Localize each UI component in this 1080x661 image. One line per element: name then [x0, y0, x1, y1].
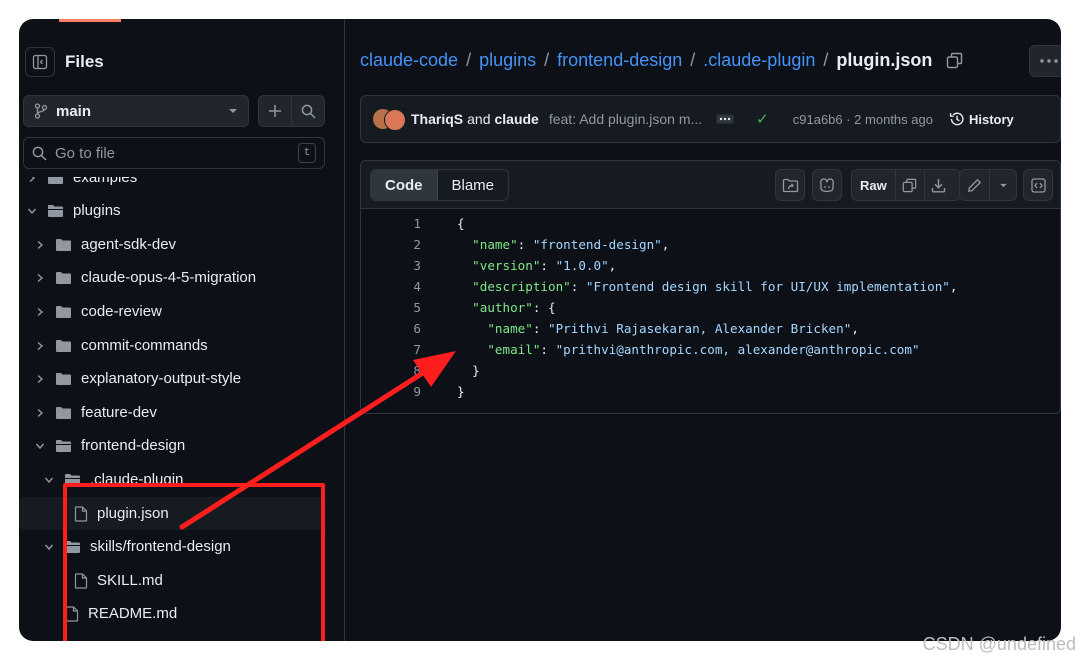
github-file-viewer: Files main Go to file t examples plugins… [19, 19, 1061, 641]
watermark: CSDN @undefined [922, 634, 1076, 654]
annotation-arrow [179, 351, 456, 530]
